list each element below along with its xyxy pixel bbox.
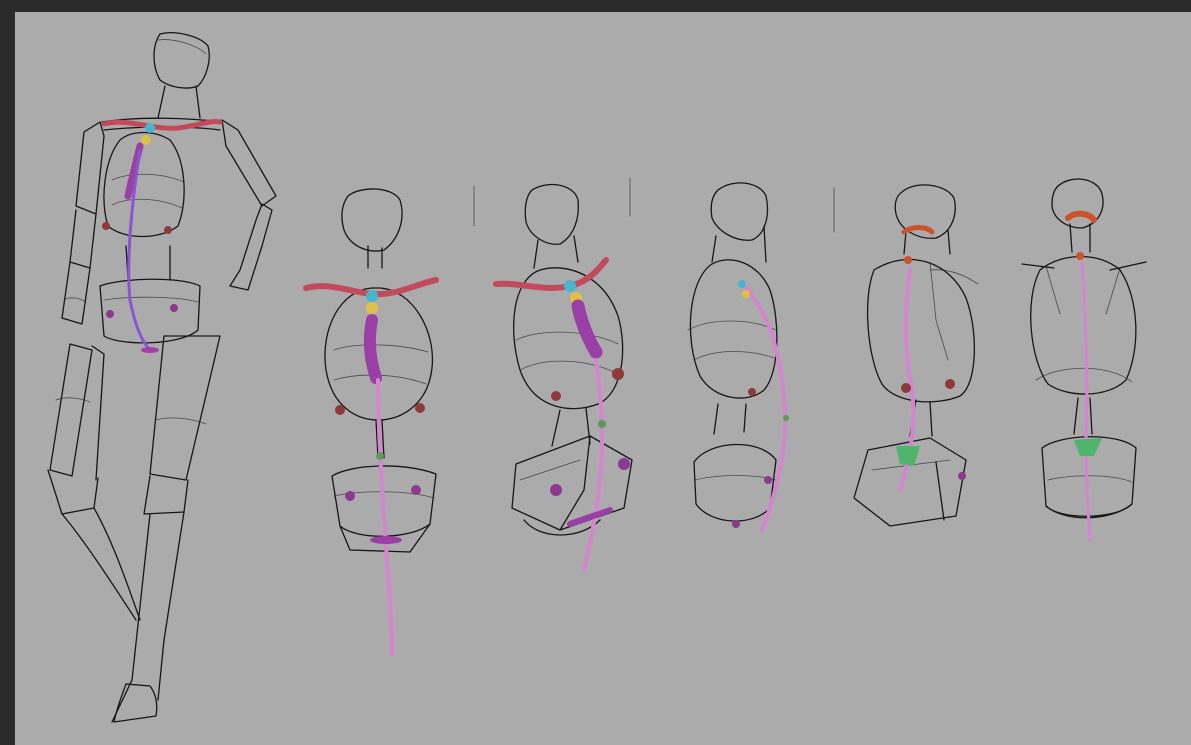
sketch-layer xyxy=(47,32,1147,723)
canvas-viewport[interactable] xyxy=(0,0,1191,745)
figure-torso-back xyxy=(1021,178,1147,542)
app-window xyxy=(0,0,1191,745)
figure-torso-three-quarter-back xyxy=(853,184,979,527)
figure-full-body xyxy=(47,32,277,723)
figure-torso-three-quarter-front xyxy=(493,183,633,572)
clavicle-mark xyxy=(101,119,223,131)
figure-torso-side xyxy=(687,182,789,532)
figure-torso-front xyxy=(303,188,439,657)
drawing-canvas[interactable] xyxy=(15,12,1191,745)
